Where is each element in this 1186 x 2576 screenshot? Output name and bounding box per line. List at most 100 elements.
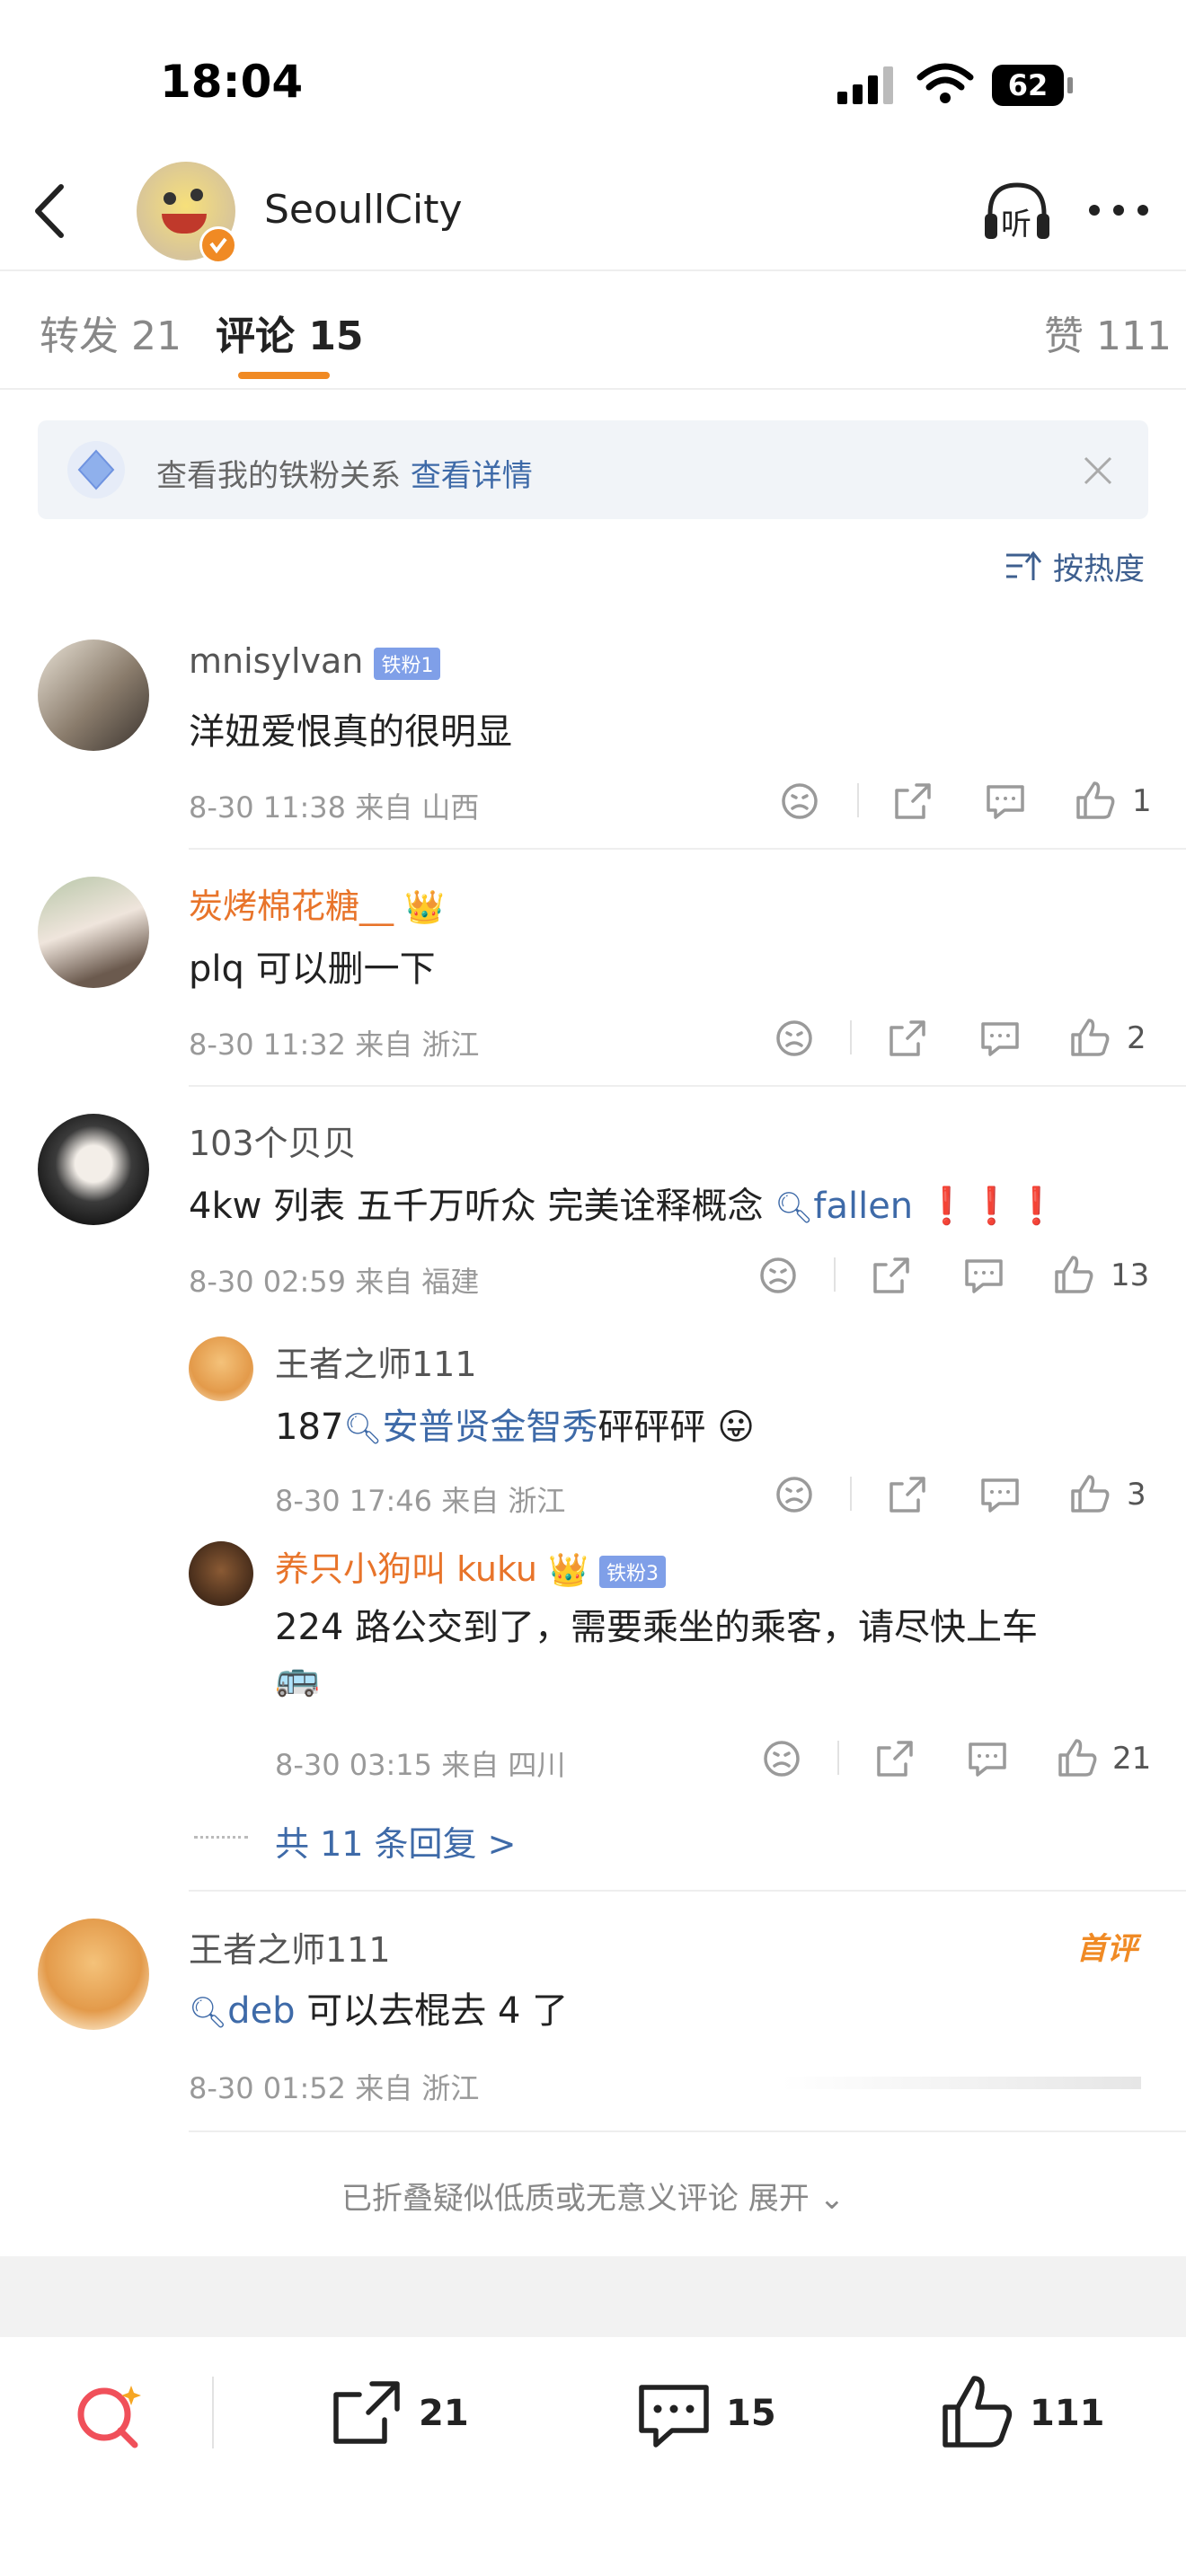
dislike-icon[interactable]	[780, 781, 819, 821]
share-icon[interactable]	[872, 1256, 911, 1295]
battery-level: 62	[1007, 68, 1049, 102]
like-icon[interactable]	[1075, 780, 1116, 821]
back-icon[interactable]	[27, 180, 72, 243]
author-name[interactable]: SeoullCity	[264, 187, 463, 233]
tabs-divider	[0, 388, 1186, 390]
action-separator	[837, 1741, 839, 1775]
like-icon[interactable]	[1069, 1017, 1111, 1058]
reply-text: 224 路公交到了，需要乘坐的乘客，请尽快上车 🚌	[275, 1602, 1128, 1703]
comment-divider	[189, 1085, 1186, 1087]
sort-label[interactable]: 按热度	[1053, 544, 1145, 588]
dislike-icon[interactable]	[762, 1739, 801, 1778]
action-separator	[857, 783, 859, 817]
topic-link[interactable]: 🔍︎安普贤金智秀	[343, 1407, 597, 1448]
topic-text: deb	[227, 1990, 296, 2032]
topic-text: 安普贤金智秀	[382, 1407, 598, 1448]
repost-button[interactable]: 21	[329, 2377, 509, 2452]
username-text: 炭烤棉花糖__	[189, 887, 394, 926]
dislike-icon[interactable]	[774, 1019, 814, 1058]
comment-icon[interactable]	[963, 1256, 1005, 1295]
folded-text: 已折叠疑似低质或无意义评论 展开	[341, 2181, 810, 2217]
topic-link[interactable]: 🔍︎fallen	[774, 1186, 913, 1227]
comment-username[interactable]: 王者之师111	[189, 1922, 391, 1972]
username-text: 养只小狗叫 kuku	[275, 1549, 537, 1589]
ai-search-icon[interactable]	[72, 2378, 147, 2454]
status-time: 18:04	[160, 56, 304, 108]
dislike-icon[interactable]	[758, 1256, 798, 1295]
comment-username[interactable]: 103个贝贝	[189, 1116, 357, 1165]
like-button[interactable]: 111	[940, 2373, 1137, 2452]
comment-count: 15	[726, 2393, 776, 2434]
reply-dots	[194, 1836, 248, 1839]
banner-text: 查看我的铁粉关系 查看详情	[156, 451, 533, 495]
reply-avatar[interactable]	[189, 1337, 253, 1401]
comment-meta: 8-30 11:38 来自 山西	[189, 790, 480, 825]
reply-prefix: 187	[275, 1407, 344, 1448]
reply-body: 224 路公交到了，需要乘坐的乘客，请尽快上车	[275, 1607, 1039, 1648]
header-divider	[0, 269, 1186, 271]
sort-icon[interactable]	[1005, 550, 1042, 584]
crown-icon: 👑	[548, 1552, 589, 1589]
topic-link[interactable]: 🔍︎deb	[189, 1990, 296, 2032]
comment-icon[interactable]	[979, 1019, 1021, 1058]
close-icon[interactable]	[1082, 454, 1114, 487]
comment-icon[interactable]	[967, 1739, 1008, 1778]
comment-icon	[639, 2385, 709, 2448]
like-icon[interactable]	[1053, 1254, 1094, 1295]
topic-text: fallen	[813, 1186, 914, 1227]
tab-likes[interactable]: 赞 111	[1044, 304, 1172, 361]
avatar[interactable]	[38, 640, 149, 751]
tab-reposts[interactable]: 转发 21	[40, 304, 181, 361]
avatar[interactable]	[38, 877, 149, 988]
comment-meta: 8-30 01:52 来自 浙江	[189, 2071, 480, 2105]
comment-body: 可以去棍去 4 了	[306, 1990, 569, 2032]
reply-username[interactable]: 养只小狗叫 kuku 👑 铁粉3	[275, 1541, 666, 1591]
username-text: mnisylvan	[189, 641, 364, 681]
like-icon[interactable]	[1057, 1737, 1098, 1778]
like-count: 2	[1127, 1020, 1146, 1056]
comment-username[interactable]: mnisylvan 铁粉1	[189, 641, 441, 681]
banner-link[interactable]: 查看详情	[411, 458, 533, 494]
comment-button[interactable]: 15	[636, 2377, 816, 2452]
share-icon[interactable]	[875, 1739, 915, 1778]
like-icon[interactable]	[1069, 1473, 1111, 1514]
comment-username[interactable]: 炭烤棉花糖__ 👑	[189, 878, 445, 928]
exclamation-marks: ❗️❗️❗️	[924, 1186, 1059, 1227]
comment-text: 4kw 列表 五千万听众 完美诠释概念 🔍︎fallen ❗️❗️❗️	[189, 1177, 1058, 1229]
listen-button[interactable]: 听	[981, 180, 1053, 243]
avatar[interactable]	[38, 1114, 149, 1225]
like-count: 1	[1132, 783, 1152, 819]
banner-label: 查看我的铁粉关系	[156, 458, 401, 494]
reply-meta: 8-30 03:15 来自 四川	[275, 1748, 566, 1782]
reply-suffix: 砰砰砰	[597, 1407, 706, 1448]
comment-meta: 8-30 11:32 来自 浙江	[189, 1028, 480, 1062]
more-replies-link[interactable]: 共 11 条回复 >	[275, 1816, 516, 1866]
bus-emoji-icon: 🚌	[275, 1657, 320, 1698]
signal-icon	[837, 66, 893, 104]
avatar[interactable]	[38, 1919, 149, 2030]
more-icon[interactable]	[1087, 199, 1150, 221]
share-icon[interactable]	[888, 1475, 927, 1514]
comment-divider	[189, 848, 1186, 850]
comment-icon[interactable]	[985, 781, 1026, 821]
dislike-icon[interactable]	[774, 1475, 814, 1514]
search-icon: 🔍︎	[774, 1190, 814, 1226]
like-count: 13	[1111, 1257, 1150, 1293]
reply-username[interactable]: 王者之师111	[275, 1337, 477, 1386]
comment-text: 🔍︎deb 可以去棍去 4 了	[189, 1981, 568, 2033]
reply-meta: 8-30 17:46 来自 浙江	[275, 1484, 566, 1518]
repost-icon	[333, 2381, 400, 2444]
share-icon[interactable]	[888, 1019, 927, 1058]
reply-avatar[interactable]	[189, 1541, 253, 1606]
fan-badge: 铁粉3	[598, 1555, 666, 1588]
repost-count: 21	[419, 2393, 469, 2434]
tab-comments[interactable]: 评论 15	[216, 304, 364, 361]
comment-divider	[189, 1890, 1186, 1892]
comment-body: 4kw 列表 五千万听众 完美诠释概念	[189, 1186, 764, 1227]
folded-comments-link[interactable]: 已折叠疑似低质或无意义评论 展开 ⌄	[0, 2174, 1186, 2218]
reply-text: 187🔍︎安普贤金智秀砰砰砰 😛	[275, 1398, 755, 1450]
comment-icon[interactable]	[979, 1475, 1021, 1514]
share-icon[interactable]	[893, 781, 933, 821]
like-count: 111	[1030, 2393, 1105, 2434]
wifi-icon	[916, 63, 974, 103]
